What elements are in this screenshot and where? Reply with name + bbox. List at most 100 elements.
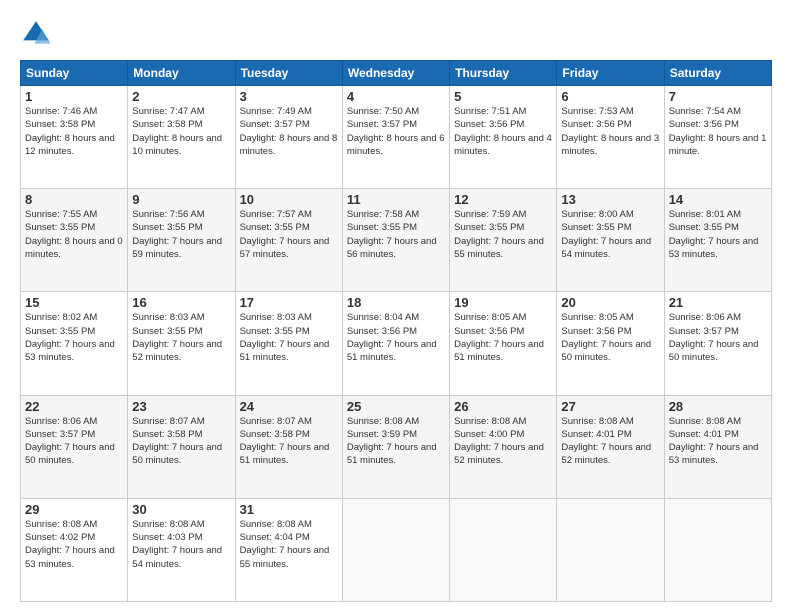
day-number: 28 [669,399,767,414]
calendar-cell: 30Sunrise: 8:08 AMSunset: 4:03 PMDayligh… [128,498,235,601]
day-number: 18 [347,295,445,310]
calendar-table: SundayMondayTuesdayWednesdayThursdayFrid… [20,60,772,602]
col-header-friday: Friday [557,61,664,86]
calendar-cell: 31Sunrise: 8:08 AMSunset: 4:04 PMDayligh… [235,498,342,601]
day-info: Sunrise: 7:47 AMSunset: 3:58 PMDaylight:… [132,105,230,158]
day-info: Sunrise: 8:07 AMSunset: 3:58 PMDaylight:… [240,415,338,468]
col-header-tuesday: Tuesday [235,61,342,86]
day-info: Sunrise: 8:08 AMSunset: 4:04 PMDaylight:… [240,518,338,571]
day-info: Sunrise: 7:55 AMSunset: 3:55 PMDaylight:… [25,208,123,261]
day-info: Sunrise: 7:50 AMSunset: 3:57 PMDaylight:… [347,105,445,158]
day-info: Sunrise: 7:46 AMSunset: 3:58 PMDaylight:… [25,105,123,158]
day-number: 21 [669,295,767,310]
day-info: Sunrise: 8:08 AMSunset: 4:02 PMDaylight:… [25,518,123,571]
day-info: Sunrise: 8:03 AMSunset: 3:55 PMDaylight:… [132,311,230,364]
calendar-cell: 10Sunrise: 7:57 AMSunset: 3:55 PMDayligh… [235,189,342,292]
calendar-week-5: 29Sunrise: 8:08 AMSunset: 4:02 PMDayligh… [21,498,772,601]
calendar-cell: 18Sunrise: 8:04 AMSunset: 3:56 PMDayligh… [342,292,449,395]
day-number: 22 [25,399,123,414]
calendar-cell: 22Sunrise: 8:06 AMSunset: 3:57 PMDayligh… [21,395,128,498]
col-header-wednesday: Wednesday [342,61,449,86]
day-number: 7 [669,89,767,104]
day-info: Sunrise: 8:08 AMSunset: 4:01 PMDaylight:… [561,415,659,468]
day-info: Sunrise: 7:59 AMSunset: 3:55 PMDaylight:… [454,208,552,261]
calendar-cell: 7Sunrise: 7:54 AMSunset: 3:56 PMDaylight… [664,86,771,189]
calendar-cell: 17Sunrise: 8:03 AMSunset: 3:55 PMDayligh… [235,292,342,395]
day-info: Sunrise: 8:03 AMSunset: 3:55 PMDaylight:… [240,311,338,364]
day-info: Sunrise: 7:54 AMSunset: 3:56 PMDaylight:… [669,105,767,158]
day-info: Sunrise: 8:01 AMSunset: 3:55 PMDaylight:… [669,208,767,261]
calendar-cell: 1Sunrise: 7:46 AMSunset: 3:58 PMDaylight… [21,86,128,189]
day-number: 27 [561,399,659,414]
day-info: Sunrise: 8:07 AMSunset: 3:58 PMDaylight:… [132,415,230,468]
day-number: 2 [132,89,230,104]
day-info: Sunrise: 8:08 AMSunset: 3:59 PMDaylight:… [347,415,445,468]
day-number: 23 [132,399,230,414]
calendar-header-row: SundayMondayTuesdayWednesdayThursdayFrid… [21,61,772,86]
calendar-cell: 5Sunrise: 7:51 AMSunset: 3:56 PMDaylight… [450,86,557,189]
calendar-cell: 3Sunrise: 7:49 AMSunset: 3:57 PMDaylight… [235,86,342,189]
day-number: 29 [25,502,123,517]
day-number: 15 [25,295,123,310]
day-number: 12 [454,192,552,207]
day-info: Sunrise: 8:08 AMSunset: 4:03 PMDaylight:… [132,518,230,571]
day-info: Sunrise: 7:51 AMSunset: 3:56 PMDaylight:… [454,105,552,158]
calendar-cell: 23Sunrise: 8:07 AMSunset: 3:58 PMDayligh… [128,395,235,498]
day-number: 26 [454,399,552,414]
calendar-cell: 21Sunrise: 8:06 AMSunset: 3:57 PMDayligh… [664,292,771,395]
calendar-cell: 20Sunrise: 8:05 AMSunset: 3:56 PMDayligh… [557,292,664,395]
day-info: Sunrise: 8:05 AMSunset: 3:56 PMDaylight:… [561,311,659,364]
col-header-thursday: Thursday [450,61,557,86]
day-number: 25 [347,399,445,414]
calendar-cell: 14Sunrise: 8:01 AMSunset: 3:55 PMDayligh… [664,189,771,292]
col-header-saturday: Saturday [664,61,771,86]
calendar-cell: 16Sunrise: 8:03 AMSunset: 3:55 PMDayligh… [128,292,235,395]
day-number: 6 [561,89,659,104]
day-number: 24 [240,399,338,414]
logo-icon [20,18,52,50]
day-info: Sunrise: 8:02 AMSunset: 3:55 PMDaylight:… [25,311,123,364]
calendar-cell: 8Sunrise: 7:55 AMSunset: 3:55 PMDaylight… [21,189,128,292]
calendar-cell: 11Sunrise: 7:58 AMSunset: 3:55 PMDayligh… [342,189,449,292]
calendar-cell [450,498,557,601]
calendar-week-3: 15Sunrise: 8:02 AMSunset: 3:55 PMDayligh… [21,292,772,395]
page: SundayMondayTuesdayWednesdayThursdayFrid… [0,0,792,612]
calendar-cell: 19Sunrise: 8:05 AMSunset: 3:56 PMDayligh… [450,292,557,395]
calendar-cell: 6Sunrise: 7:53 AMSunset: 3:56 PMDaylight… [557,86,664,189]
calendar-cell: 15Sunrise: 8:02 AMSunset: 3:55 PMDayligh… [21,292,128,395]
day-number: 10 [240,192,338,207]
calendar-week-2: 8Sunrise: 7:55 AMSunset: 3:55 PMDaylight… [21,189,772,292]
day-number: 17 [240,295,338,310]
calendar-cell: 27Sunrise: 8:08 AMSunset: 4:01 PMDayligh… [557,395,664,498]
day-number: 9 [132,192,230,207]
header [20,18,772,50]
day-number: 11 [347,192,445,207]
calendar-cell: 12Sunrise: 7:59 AMSunset: 3:55 PMDayligh… [450,189,557,292]
day-number: 4 [347,89,445,104]
calendar-cell [664,498,771,601]
day-number: 20 [561,295,659,310]
day-info: Sunrise: 7:56 AMSunset: 3:55 PMDaylight:… [132,208,230,261]
calendar-cell: 13Sunrise: 8:00 AMSunset: 3:55 PMDayligh… [557,189,664,292]
day-info: Sunrise: 8:08 AMSunset: 4:00 PMDaylight:… [454,415,552,468]
day-number: 31 [240,502,338,517]
calendar-cell: 4Sunrise: 7:50 AMSunset: 3:57 PMDaylight… [342,86,449,189]
day-info: Sunrise: 7:53 AMSunset: 3:56 PMDaylight:… [561,105,659,158]
calendar-week-4: 22Sunrise: 8:06 AMSunset: 3:57 PMDayligh… [21,395,772,498]
day-info: Sunrise: 8:06 AMSunset: 3:57 PMDaylight:… [669,311,767,364]
day-number: 19 [454,295,552,310]
day-info: Sunrise: 8:00 AMSunset: 3:55 PMDaylight:… [561,208,659,261]
calendar-cell: 2Sunrise: 7:47 AMSunset: 3:58 PMDaylight… [128,86,235,189]
day-info: Sunrise: 8:04 AMSunset: 3:56 PMDaylight:… [347,311,445,364]
day-info: Sunrise: 8:06 AMSunset: 3:57 PMDaylight:… [25,415,123,468]
day-number: 3 [240,89,338,104]
calendar-cell [342,498,449,601]
day-number: 16 [132,295,230,310]
day-info: Sunrise: 8:08 AMSunset: 4:01 PMDaylight:… [669,415,767,468]
calendar-cell: 26Sunrise: 8:08 AMSunset: 4:00 PMDayligh… [450,395,557,498]
day-number: 13 [561,192,659,207]
col-header-sunday: Sunday [21,61,128,86]
logo [20,18,58,50]
day-info: Sunrise: 7:49 AMSunset: 3:57 PMDaylight:… [240,105,338,158]
calendar-cell: 9Sunrise: 7:56 AMSunset: 3:55 PMDaylight… [128,189,235,292]
